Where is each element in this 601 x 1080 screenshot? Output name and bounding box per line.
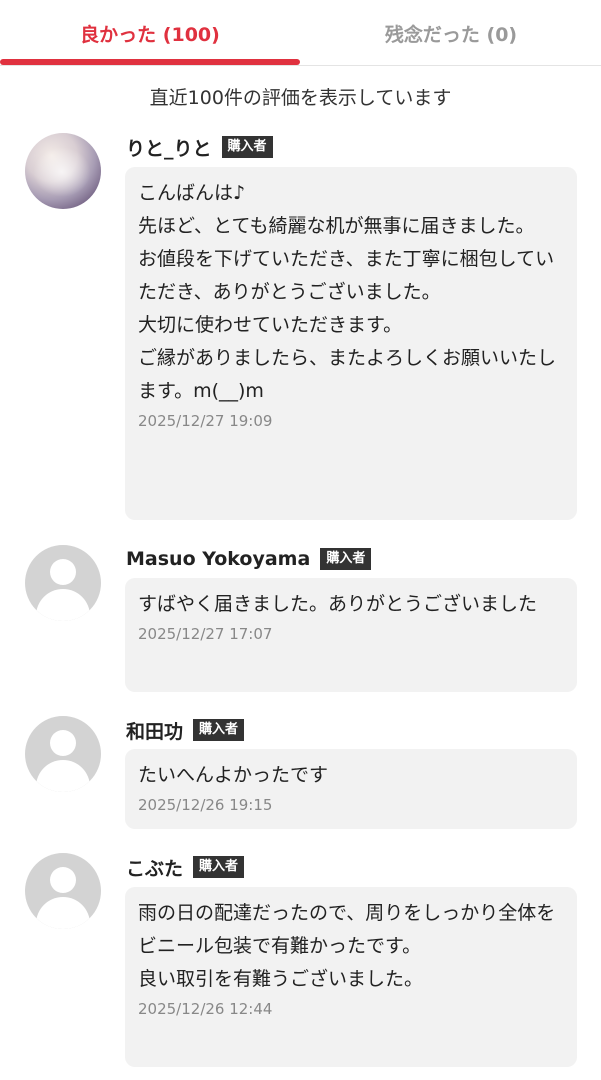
buyer-badge: 購入者 xyxy=(320,548,372,570)
review-comment: すばやく届きました。ありがとうございました xyxy=(138,593,538,615)
reviewer-header: りと_りと 購入者 xyxy=(126,133,273,161)
default-user-icon[interactable] xyxy=(25,716,101,792)
buyer-badge: 購入者 xyxy=(221,136,273,158)
review-bubble: たいへんよかったです 2025/12/26 19:15 xyxy=(125,749,577,829)
default-user-icon[interactable] xyxy=(25,853,101,929)
reviewer-name[interactable]: こぶた xyxy=(126,854,183,881)
rating-tabs: 良かった (100) 残念だった (0) xyxy=(0,0,601,66)
review-comment: 雨の日の配達だったので、周りをしっかり全体をビニール包装で有難かったです。 良い… xyxy=(138,902,556,990)
reviewer-name[interactable]: Masuo Yokoyama xyxy=(126,548,310,570)
review-date: 2025/12/26 12:44 xyxy=(138,1000,273,1018)
reviewer-name[interactable]: 和田功 xyxy=(126,717,183,744)
tab-bad[interactable]: 残念だった (0) xyxy=(301,0,601,66)
buyer-badge: 購入者 xyxy=(193,856,245,878)
review-date: 2025/12/27 17:07 xyxy=(138,625,273,643)
review-date: 2025/12/27 19:09 xyxy=(138,412,273,430)
review-date: 2025/12/26 19:15 xyxy=(138,796,273,814)
reviewer-header: こぶた 購入者 xyxy=(126,853,245,881)
user-photo-icon[interactable] xyxy=(25,133,101,209)
review-bubble: 雨の日の配達だったので、周りをしっかり全体をビニール包装で有難かったです。 良い… xyxy=(125,887,577,1067)
reviewer-name[interactable]: りと_りと xyxy=(126,134,212,161)
review-count-notice: 直近100件の評価を表示しています xyxy=(149,87,452,109)
tab-good[interactable]: 良かった (100) xyxy=(0,0,300,66)
review-comment: たいへんよかったです xyxy=(138,764,329,786)
review-bubble: こんばんは♪ 先ほど、とても綺麗な机が無事に届きました。 お値段を下げていただき… xyxy=(125,167,577,520)
review-bubble: すばやく届きました。ありがとうございました 2025/12/27 17:07 xyxy=(125,578,577,692)
active-tab-indicator xyxy=(0,59,300,65)
reviewer-header: 和田功 購入者 xyxy=(126,716,245,744)
buyer-badge: 購入者 xyxy=(193,719,245,741)
default-user-icon[interactable] xyxy=(25,545,101,621)
reviewer-header: Masuo Yokoyama 購入者 xyxy=(126,545,372,573)
review-comment: こんばんは♪ 先ほど、とても綺麗な机が無事に届きました。 お値段を下げていただき… xyxy=(138,182,557,402)
